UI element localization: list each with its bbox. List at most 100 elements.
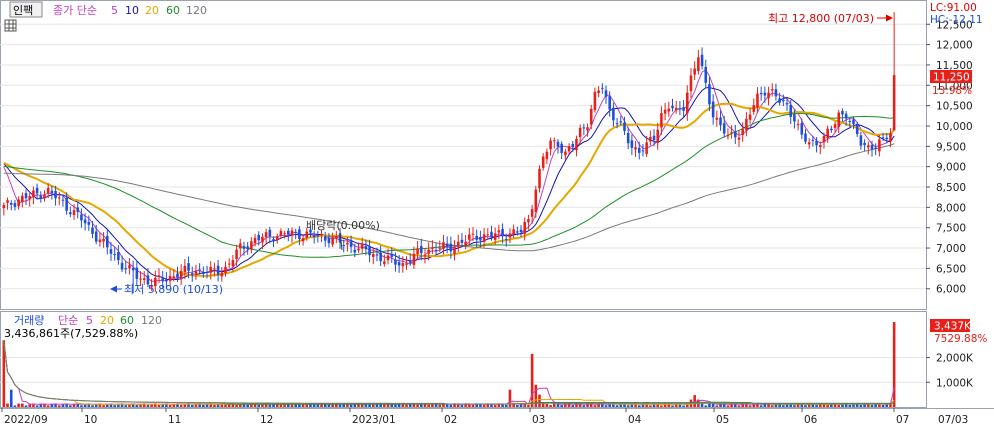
candle-body: [719, 117, 722, 126]
candle-body: [619, 121, 623, 123]
candle-body: [892, 75, 896, 131]
change-pct-tag: 13.98%: [932, 85, 972, 97]
ma-legend-10[interactable]: 10: [125, 4, 139, 17]
candle-body: [626, 133, 630, 144]
candle-body: [804, 133, 807, 142]
volume-bar: [257, 404, 261, 407]
grid-toggle-icon[interactable]: [4, 19, 17, 32]
candle-body: [722, 123, 726, 134]
lc-label: LC:91.00: [930, 2, 977, 14]
x-tick-label: 07: [896, 414, 909, 426]
volume-bar: [438, 404, 442, 407]
candle-body: [460, 239, 464, 243]
candle-body: [117, 252, 120, 261]
x-tick-label: 10: [84, 414, 97, 426]
candle-body: [848, 121, 852, 123]
candle-body: [386, 255, 390, 261]
candle-body: [497, 230, 501, 233]
candle-body: [346, 242, 349, 245]
candle-body: [453, 247, 456, 254]
volume-ma-20[interactable]: 20: [100, 314, 114, 327]
candle-body: [261, 236, 264, 243]
candle-body: [881, 137, 885, 139]
volume-ma-5[interactable]: 5: [86, 314, 93, 327]
volume-bar: [848, 404, 852, 407]
candle-body: [763, 92, 767, 96]
candle-body: [242, 246, 246, 249]
candle-body: [715, 117, 719, 120]
candle-body: [612, 107, 615, 121]
volume-bar: [545, 403, 549, 407]
ma-legend-5[interactable]: 5: [111, 4, 118, 17]
candle-body: [445, 243, 449, 247]
candle-body: [737, 137, 741, 140]
volume-bar: [235, 404, 238, 407]
volume-bar: [368, 404, 371, 407]
candle-body: [490, 231, 493, 238]
candle-body: [752, 105, 756, 112]
ma-legend-20[interactable]: 20: [145, 4, 159, 17]
volume-ma-120[interactable]: 120: [141, 314, 162, 327]
volume-bar: [793, 405, 796, 407]
candle-body: [841, 110, 844, 115]
candle-body: [874, 147, 877, 149]
candle-body: [268, 229, 272, 237]
x-tick-label: 2022/09: [4, 414, 48, 426]
candle-body: [316, 235, 320, 237]
candle-body: [298, 229, 301, 240]
volume-bar: [349, 404, 353, 407]
candle-body: [652, 135, 656, 141]
candle-body: [608, 96, 611, 110]
candle-body: [863, 142, 866, 146]
candle-body: [486, 234, 490, 236]
volume-bar: [700, 403, 704, 407]
volume-bar: [394, 404, 397, 407]
candle-body: [833, 124, 837, 129]
candle-body: [105, 236, 109, 248]
candle-body: [552, 140, 556, 142]
candle-body: [782, 99, 785, 102]
ma-legend-60[interactable]: 60: [166, 4, 180, 17]
volume-bar: [157, 404, 161, 407]
candle-body: [405, 263, 408, 265]
candle-body: [597, 90, 600, 93]
volume-tag: 3,437K: [934, 321, 972, 333]
low-annotation: 최저 5,890 (10/13): [124, 283, 223, 296]
candle-body: [770, 89, 774, 91]
candle-body: [482, 234, 486, 242]
candle-body: [287, 230, 290, 235]
candle-body: [416, 248, 419, 255]
price-tick-label: 7,500: [936, 223, 966, 235]
candle-body: [468, 234, 471, 240]
ma-legend-120[interactable]: 120: [186, 4, 207, 17]
dividend-annotation: 배당락(0.00%): [306, 219, 380, 232]
candle-body: [870, 144, 874, 150]
volume-bar: [213, 404, 216, 407]
candle-body: [438, 247, 442, 249]
volume-bar: [482, 404, 486, 407]
volume-ma-60[interactable]: 60: [120, 314, 134, 327]
candle-body: [671, 105, 674, 109]
candle-body: [301, 238, 305, 242]
candle-body: [187, 263, 190, 271]
volume-bar: [427, 404, 430, 407]
candle-body: [700, 54, 704, 67]
volume-bar: [708, 403, 711, 407]
candle-body: [213, 268, 216, 270]
candle-body: [685, 92, 689, 114]
candle-body: [54, 190, 57, 199]
candle-body: [179, 271, 183, 280]
candle-body: [748, 114, 752, 120]
candle-body: [220, 272, 224, 277]
candle-body: [630, 140, 634, 148]
candle-body: [246, 246, 249, 250]
volume-bar: [748, 405, 752, 407]
volume-bar: [268, 404, 272, 407]
candle-body: [711, 101, 715, 118]
candle-body: [357, 248, 360, 251]
candle-body: [83, 219, 87, 224]
volume-bar: [471, 404, 475, 407]
candle-body: [601, 87, 604, 89]
candle-body: [227, 263, 231, 265]
volume-bar: [593, 405, 597, 407]
